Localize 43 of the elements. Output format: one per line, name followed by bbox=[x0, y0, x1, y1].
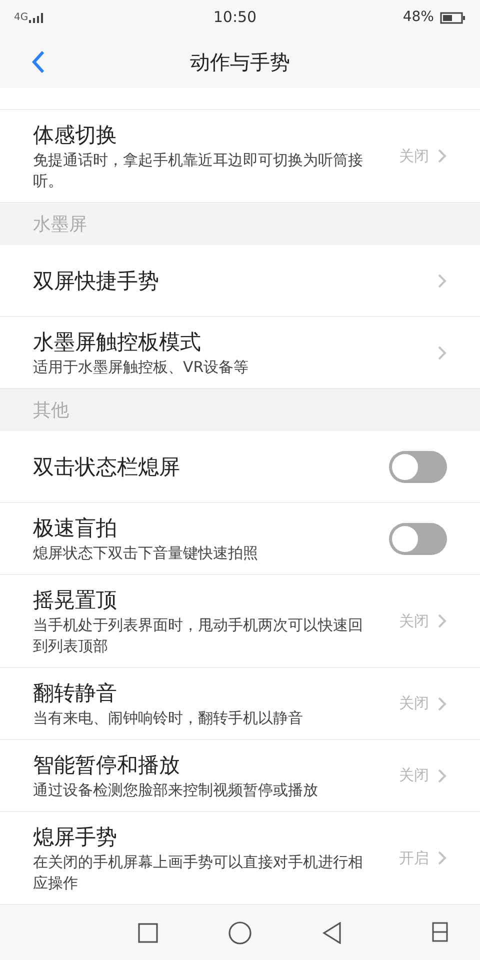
signal-icon bbox=[29, 12, 46, 22]
setting-description: 通过设备检测您脸部来控制视频暂停或播放 bbox=[33, 780, 319, 801]
page-title: 动作与手势 bbox=[190, 48, 290, 76]
chevron-right-icon bbox=[437, 613, 447, 629]
chevron-right-icon bbox=[437, 148, 447, 164]
setting-title: 双击状态栏熄屏 bbox=[33, 454, 181, 480]
setting-value: 开启 bbox=[399, 848, 429, 869]
setting-description: 在关闭的手机屏幕上画手势可以直接对手机进行相应操作 bbox=[33, 852, 364, 894]
setting-title: 智能暂停和播放 bbox=[33, 752, 181, 779]
setting-title: 摇晃置顶 bbox=[33, 587, 118, 614]
chevron-right-icon bbox=[437, 850, 447, 866]
menu-icon[interactable] bbox=[432, 922, 448, 942]
toggle-switch[interactable] bbox=[389, 450, 447, 482]
setting-description: 适用于水墨屏触控板、VR设备等 bbox=[33, 357, 250, 378]
setting-title: 水墨屏触控板模式 bbox=[33, 329, 202, 356]
section-header: 水墨屏 bbox=[0, 203, 480, 245]
setting-title: 体感切换 bbox=[33, 122, 118, 149]
setting-value: 关闭 bbox=[399, 693, 429, 714]
setting-title: 极速盲拍 bbox=[33, 515, 118, 542]
battery-percent: 48% bbox=[402, 8, 434, 27]
battery-icon bbox=[440, 12, 466, 24]
recents-icon[interactable] bbox=[138, 922, 158, 942]
setting-title: 双屏快捷手势 bbox=[33, 268, 160, 294]
home-icon[interactable] bbox=[228, 920, 252, 944]
chevron-right-icon bbox=[437, 696, 447, 712]
clock: 10:50 bbox=[213, 7, 257, 28]
chevron-right-icon bbox=[437, 344, 447, 360]
setting-description: 免提通话时，拿起手机靠近耳边即可切换为听筒接听。 bbox=[33, 150, 364, 192]
chevron-right-icon bbox=[437, 272, 447, 288]
setting-description: 当有来电、闹钟响铃时，翻转手机以静音 bbox=[33, 708, 304, 729]
setting-value: 关闭 bbox=[399, 765, 429, 786]
setting-description: 当手机处于列表界面时，甩动手机两次可以快速回到列表顶部 bbox=[33, 615, 364, 657]
setting-title: 熄屏手势 bbox=[33, 824, 118, 851]
network-label: 4G bbox=[14, 12, 28, 22]
chevron-right-icon bbox=[437, 768, 447, 784]
toggle-switch[interactable] bbox=[389, 522, 447, 554]
section-header: 其他 bbox=[0, 389, 480, 431]
setting-value: 关闭 bbox=[399, 610, 429, 632]
back-icon bbox=[31, 50, 45, 74]
setting-title: 翻转静音 bbox=[33, 680, 118, 707]
setting-value: 关闭 bbox=[399, 146, 429, 167]
setting-description: 熄屏状态下双击下音量键快速拍照 bbox=[33, 543, 259, 564]
back-triangle-icon[interactable] bbox=[322, 922, 342, 944]
